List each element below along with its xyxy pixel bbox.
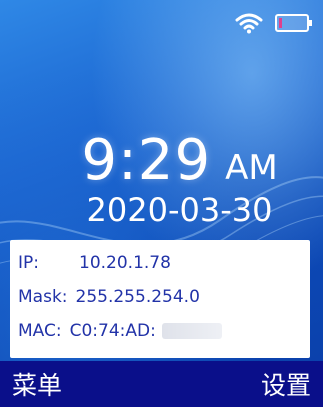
mac-value: C0:74:AD:	[69, 321, 156, 341]
clock-date: 2020-03-30	[86, 191, 273, 229]
mask-value: 255.255.254.0	[75, 287, 200, 307]
phone-screen: 9:29 AM 2020-03-30 IP: 10.20.1.78 Mask: …	[0, 0, 323, 407]
mac-row: MAC: C0:74:AD:	[18, 314, 302, 348]
mac-redacted-region	[161, 323, 222, 339]
battery-icon	[275, 13, 313, 33]
wifi-icon	[235, 12, 263, 34]
clock-display: 9:29 AM 2020-03-30	[0, 128, 323, 229]
clock-time: 9:29	[81, 128, 212, 193]
ip-row: IP: 10.20.1.78	[18, 246, 302, 280]
mask-label: Mask:	[18, 287, 68, 307]
ip-label: IP:	[18, 253, 39, 273]
battery-level-fill	[279, 18, 282, 28]
menu-softkey[interactable]: 菜单	[12, 366, 62, 402]
status-bar	[235, 12, 313, 34]
softkey-bar: 菜单 设置	[0, 361, 323, 407]
ip-value: 10.20.1.78	[79, 253, 171, 273]
mask-row: Mask: 255.255.254.0	[18, 280, 302, 314]
network-info-panel: IP: 10.20.1.78 Mask: 255.255.254.0 MAC: …	[10, 240, 310, 358]
settings-softkey[interactable]: 设置	[261, 366, 311, 402]
mac-label: MAC:	[18, 321, 62, 341]
clock-ampm: AM	[225, 148, 278, 188]
